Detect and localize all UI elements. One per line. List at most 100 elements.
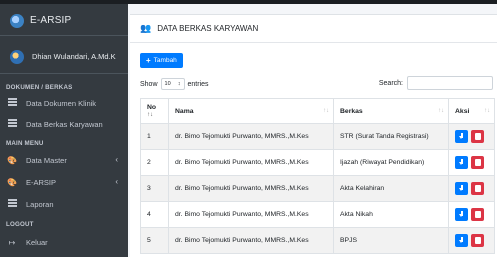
download-button[interactable] (455, 208, 468, 221)
cell-nama: dr. Bimo Tejomukti Purwanto, MMRS.,M.Kes (168, 175, 334, 202)
nav-header-main-menu: MAIN MENU (6, 140, 44, 147)
table-row: 5 dr. Bimo Tejomukti Purwanto, MMRS.,M.K… (140, 227, 495, 254)
sort-icon: ↑↓ (484, 108, 490, 114)
table-icon (6, 119, 18, 129)
cell-no: 2 (140, 149, 169, 176)
cell-nama: dr. Bimo Tejomukti Purwanto, MMRS.,M.Kes (168, 201, 334, 228)
sidebar-item-label: Laporan (26, 199, 54, 209)
add-button-label: Tambah (153, 57, 177, 64)
trash-icon (474, 185, 481, 192)
entries-control: Show 10 ↕ entries (140, 78, 209, 90)
chevron-left-icon: ‹ (115, 155, 118, 164)
cell-aksi (448, 227, 495, 254)
download-button[interactable] (455, 182, 468, 195)
palette-icon: 🎨 (7, 155, 17, 165)
sort-asc-icon: ↑↓ (147, 112, 153, 118)
column-header-no[interactable]: No ↑↓ (140, 98, 169, 124)
delete-button[interactable] (471, 208, 484, 221)
cell-no: 3 (140, 175, 169, 202)
sidebar-item-label: Data Dokumen Klinik (26, 98, 97, 108)
sidebar-item-label: E-ARSIP (26, 177, 57, 187)
cell-nama: dr. Bimo Tejomukti Purwanto, MMRS.,M.Kes (168, 123, 334, 150)
search-control: Search: (379, 76, 493, 90)
table-row: 3 dr. Bimo Tejomukti Purwanto, MMRS.,M.K… (140, 175, 495, 202)
search-label: Search: (378, 79, 403, 87)
search-input[interactable] (407, 76, 493, 90)
data-table: No ↑↓ Nama ↑↓ Berkas ↑↓ Aksi ↑↓ 1 dr. Bi… (140, 98, 495, 254)
cell-no: 1 (140, 123, 169, 150)
entries-select[interactable]: 10 ↕ (160, 78, 185, 90)
user-panel[interactable]: Dhian Wulandari, A.Md.K (0, 40, 128, 74)
cell-aksi (448, 149, 495, 176)
logout-icon: ↦ (8, 237, 16, 247)
column-header-nama[interactable]: Nama ↑↓ (168, 98, 334, 124)
user-name: Dhian Wulandari, A.Md.K (32, 52, 116, 61)
sidebar-item-data-berkas-karyawan[interactable]: Data Berkas Karyawan (6, 115, 122, 133)
sidebar: E-ARSIP Dhian Wulandari, A.Md.K DOKUMEN … (0, 0, 497, 257)
download-button[interactable] (455, 130, 468, 143)
chevron-left-icon: ‹ (115, 177, 118, 186)
cell-berkas: Akta Kelahiran (333, 175, 449, 202)
download-button[interactable] (455, 234, 468, 247)
sidebar-item-laporan[interactable]: Laporan (6, 195, 122, 213)
card-header: 👥 DATA BERKAS KARYAWAN (130, 15, 497, 43)
table-row: 2 dr. Bimo Tejomukti Purwanto, MMRS.,M.K… (140, 149, 495, 176)
sort-icon: ↑↓ (323, 108, 329, 114)
cell-berkas: STR (Surat Tanda Registrasi) (333, 123, 449, 150)
nav-header-logout: LOGOUT (6, 221, 34, 228)
cell-nama: dr. Bimo Tejomukti Purwanto, MMRS.,M.Kes (168, 149, 334, 176)
table-icon (6, 199, 18, 209)
cell-aksi (448, 123, 495, 150)
sidebar-item-label: Keluar (26, 237, 48, 247)
entries-label: entries (187, 80, 209, 88)
download-icon (458, 133, 465, 140)
cell-berkas: Ijazah (Riwayat Pendidikan) (333, 149, 449, 176)
sidebar-item-keluar[interactable]: ↦ Keluar (6, 233, 122, 251)
trash-icon (474, 237, 481, 244)
download-icon (458, 211, 465, 218)
download-icon (458, 159, 465, 166)
cell-aksi (448, 175, 495, 202)
add-button[interactable]: + Tambah (140, 53, 183, 68)
trash-icon (474, 133, 481, 140)
sidebar-item-e-arsip[interactable]: 🎨 E-ARSIP ‹ (6, 173, 122, 191)
delete-button[interactable] (471, 234, 484, 247)
trash-icon (474, 211, 481, 218)
table-icon (6, 98, 18, 108)
select-arrows-icon: ↕ (177, 81, 181, 87)
table-row: 1 dr. Bimo Tejomukti Purwanto, MMRS.,M.K… (140, 123, 495, 150)
entries-value: 10 (164, 81, 171, 87)
cell-nama: dr. Bimo Tejomukti Purwanto, MMRS.,M.Kes (168, 227, 334, 254)
cell-aksi (448, 201, 495, 228)
sidebar-item-label: Data Master (26, 155, 67, 165)
brand[interactable]: E-ARSIP (0, 6, 128, 36)
sidebar-item-data-master[interactable]: 🎨 Data Master ‹ (6, 151, 122, 169)
column-header-berkas[interactable]: Berkas ↑↓ (333, 98, 449, 124)
avatar (10, 49, 24, 64)
cell-berkas: BPJS (333, 227, 449, 254)
delete-button[interactable] (471, 130, 484, 143)
cell-berkas: Akta Nikah (333, 201, 449, 228)
download-icon (458, 185, 465, 192)
sidebar-item-label: Data Berkas Karyawan (26, 119, 103, 129)
cell-no: 5 (140, 227, 169, 254)
table-row: 4 dr. Bimo Tejomukti Purwanto, MMRS.,M.K… (140, 201, 495, 228)
download-button[interactable] (455, 156, 468, 169)
users-icon: 👥 (140, 23, 152, 33)
top-bar (0, 0, 497, 4)
delete-button[interactable] (471, 182, 484, 195)
nav-header-dokumen: DOKUMEN / BERKAS (6, 84, 73, 91)
page-title: DATA BERKAS KARYAWAN (157, 24, 259, 33)
download-icon (458, 237, 465, 244)
app-title: E-ARSIP (30, 15, 72, 26)
delete-button[interactable] (471, 156, 484, 169)
sidebar-item-data-dokumen-klinik[interactable]: Data Dokumen Klinik (6, 94, 122, 112)
data-card: 👥 DATA BERKAS KARYAWAN + Tambah Show 10 … (130, 14, 497, 257)
sort-icon: ↑↓ (438, 108, 444, 114)
column-header-aksi[interactable]: Aksi ↑↓ (448, 98, 495, 124)
show-label: Show (140, 80, 158, 88)
plus-icon: + (146, 56, 151, 65)
cell-no: 4 (140, 201, 169, 228)
app-logo-icon (10, 13, 24, 28)
trash-icon (474, 159, 481, 166)
